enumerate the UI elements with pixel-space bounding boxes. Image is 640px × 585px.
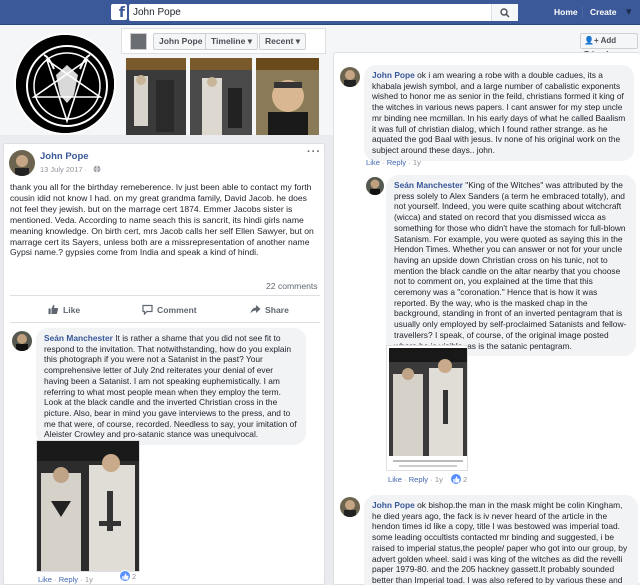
commenter-photo xyxy=(340,497,360,517)
avatar[interactable] xyxy=(12,331,32,351)
comment-icon xyxy=(142,304,153,315)
post-date[interactable]: 13 July 2017 · xyxy=(40,165,87,174)
comment-reply-link[interactable]: Reply xyxy=(409,475,428,484)
ceremony-photo xyxy=(37,441,139,571)
post-author[interactable]: John Pope xyxy=(40,151,89,162)
profile-thumbnail[interactable] xyxy=(130,33,147,50)
reaction-icon[interactable] xyxy=(450,473,462,485)
photo-image xyxy=(256,58,319,135)
comment-like-link[interactable]: Like xyxy=(388,475,402,484)
photo-thumbnail[interactable] xyxy=(190,58,252,135)
like-reaction-icon xyxy=(121,572,129,580)
share-label: Share xyxy=(265,304,289,315)
profile-navigation: John Pope Timeline ▾ Recent ▾ xyxy=(121,28,326,54)
divider xyxy=(10,322,320,323)
comment-photo[interactable] xyxy=(36,440,140,572)
comment-like-link[interactable]: Like xyxy=(366,158,380,167)
nav-divider xyxy=(582,6,583,18)
avatar[interactable] xyxy=(366,177,384,195)
reaction-count[interactable]: 2 xyxy=(463,475,467,484)
commenter-photo xyxy=(340,67,360,87)
post-card: John Pope 13 July 2017 · ··· thank you a… xyxy=(3,143,325,585)
post-text: thank you all for the birthday remeberen… xyxy=(10,182,314,258)
like-icon xyxy=(48,304,59,314)
comment-bubble: Seán Manchester "King of the Witches" wa… xyxy=(386,175,636,357)
comment-reply-link[interactable]: Reply xyxy=(387,158,406,167)
photo-thumbnail[interactable] xyxy=(256,58,319,135)
comment-author[interactable]: Seán Manchester xyxy=(44,333,113,343)
help-icon[interactable]: ▾ xyxy=(626,5,632,18)
timeline-dropdown[interactable]: Timeline ▾ xyxy=(205,33,258,50)
profile-picture[interactable] xyxy=(14,33,116,135)
comment-thread-card: John Pope ok i am wearing a robe with a … xyxy=(333,52,640,585)
commenter-photo xyxy=(12,331,32,351)
comment-text: It is rather a shame that you did not se… xyxy=(44,333,297,440)
author-photo xyxy=(9,150,35,176)
comment-text: ok bishop.the man in the mask might be c… xyxy=(372,500,628,585)
comment-time[interactable]: 1y xyxy=(413,158,421,167)
like-reaction-icon xyxy=(452,475,460,483)
profile-name-button[interactable]: John Pope xyxy=(153,33,209,50)
pentagram-emblem xyxy=(16,35,114,133)
recent-dropdown[interactable]: Recent ▾ xyxy=(259,33,306,50)
facebook-logo[interactable]: f xyxy=(111,4,127,20)
globe-icon xyxy=(93,165,101,173)
avatar[interactable] xyxy=(9,150,35,176)
top-navigation-bar: f Home Create ▾ xyxy=(0,0,640,25)
add-friend-button[interactable]: 👤+ Add Friend xyxy=(580,33,638,59)
reaction-count[interactable]: 2 xyxy=(132,572,136,581)
comment-photo[interactable] xyxy=(386,345,468,471)
comment-bubble: John Pope ok i am wearing a robe with a … xyxy=(364,65,634,161)
photo-image xyxy=(126,58,186,135)
comment-like-link[interactable]: Like xyxy=(38,575,52,584)
comment-author[interactable]: John Pope xyxy=(372,500,415,510)
like-label: Like xyxy=(63,304,81,315)
search-box xyxy=(129,4,518,21)
comment-actions: Like · Reply · 1y xyxy=(38,575,93,584)
share-icon xyxy=(250,305,261,314)
comment-author[interactable]: Seán Manchester xyxy=(394,180,463,190)
comment-time[interactable]: 1y xyxy=(85,575,93,584)
comment-bubble: John Pope ok bishop.the man in the mask … xyxy=(364,495,638,585)
create-link[interactable]: Create xyxy=(590,7,616,17)
photo-image xyxy=(190,58,252,135)
like-button[interactable]: Like xyxy=(48,304,80,315)
search-input[interactable] xyxy=(129,4,489,21)
home-link[interactable]: Home xyxy=(554,7,578,17)
add-friend-icon: 👤+ xyxy=(584,36,601,45)
post-options-menu[interactable]: ··· xyxy=(307,146,321,158)
divider xyxy=(10,295,320,296)
comment-bubble: Seán Manchester It is rather a shame tha… xyxy=(36,328,306,446)
comment-count[interactable]: 22 comments xyxy=(266,281,318,291)
comment-text: "King of the Witches" was attributed by … xyxy=(394,180,627,351)
comment-button[interactable]: Comment xyxy=(142,304,197,315)
photo-thumbnail[interactable] xyxy=(126,58,186,135)
avatar[interactable] xyxy=(340,67,360,87)
share-button[interactable]: Share xyxy=(250,304,289,315)
ceremony-photo xyxy=(387,346,467,470)
search-icon xyxy=(500,7,510,18)
comment-time[interactable]: 1y xyxy=(435,475,443,484)
search-button[interactable] xyxy=(491,4,518,21)
comment-actions: Like · Reply · 1y xyxy=(366,158,421,167)
reaction-icon[interactable] xyxy=(119,570,131,582)
commenter-photo xyxy=(366,177,384,195)
comment-actions: Like · Reply · 1y xyxy=(388,475,443,484)
comment-author[interactable]: John Pope xyxy=(372,70,415,80)
comment-text: ok i am wearing a robe with a double cad… xyxy=(372,70,626,155)
comment-reply-link[interactable]: Reply xyxy=(59,575,78,584)
avatar[interactable] xyxy=(340,497,360,517)
comment-label: Comment xyxy=(157,304,197,315)
